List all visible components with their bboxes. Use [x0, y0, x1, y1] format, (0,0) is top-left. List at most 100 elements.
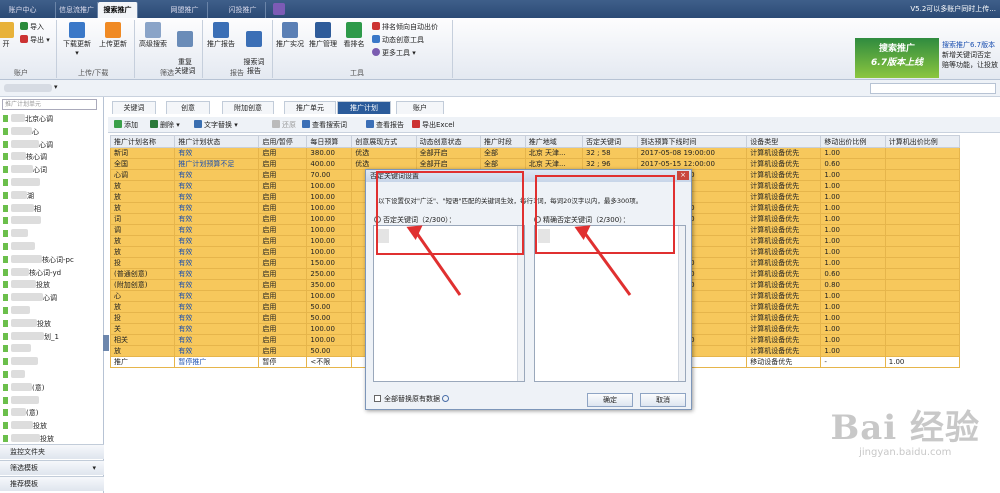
- plan-tree-item[interactable]: 心: [3, 126, 39, 137]
- plan-tree-item[interactable]: 湖: [3, 190, 34, 201]
- plan-tree-item[interactable]: 投放: [3, 280, 50, 290]
- plan-tree-item[interactable]: [3, 344, 31, 354]
- column-header[interactable]: 设备类型: [746, 135, 822, 148]
- plan-tree-item[interactable]: 核心调: [3, 152, 47, 162]
- plan-tree-item-label: (意): [32, 383, 45, 392]
- column-header[interactable]: 启用/暂停: [258, 135, 308, 148]
- ok-button[interactable]: 确定: [587, 393, 633, 407]
- tab-account-center[interactable]: 账户中心: [0, 2, 56, 18]
- promo-practice-button[interactable]: 推广实况: [274, 22, 306, 49]
- tab-promo-unit[interactable]: 推广单元: [284, 101, 336, 114]
- recommend-template-item[interactable]: 推荐模板: [0, 476, 104, 491]
- plan-tree-item[interactable]: 相: [3, 203, 41, 214]
- plan-tree-item[interactable]: 心调: [3, 293, 57, 303]
- delete-icon: [150, 120, 158, 128]
- text-replace-label: 文字替换: [204, 121, 232, 129]
- tab-search-promo[interactable]: 搜索推广: [98, 2, 138, 18]
- plan-tree-item[interactable]: [3, 242, 35, 252]
- plan-tree-item[interactable]: [3, 357, 38, 367]
- watch-rank-button[interactable]: 看排名: [340, 22, 368, 49]
- replace-all-checkbox[interactable]: 全部替换原有数据: [374, 394, 450, 404]
- column-header[interactable]: 移动出价比例: [820, 135, 886, 148]
- duplicate-keyword-button[interactable]: 重复 关键词: [170, 22, 200, 76]
- plan-tree-item[interactable]: 投放: [3, 421, 47, 431]
- plan-tree-item[interactable]: (意): [3, 382, 45, 393]
- more-tools-button[interactable]: 更多工具 ▾: [372, 48, 416, 59]
- banner-side-text[interactable]: 搜索推广6.7版本 新增关键词否定 赔等功能，让投放: [942, 40, 1000, 78]
- account-bar: ▾: [0, 80, 1000, 97]
- column-header[interactable]: 推广时段: [479, 135, 526, 148]
- tab-network-promo[interactable]: 网盟推广: [162, 2, 208, 18]
- more-tools-label: 更多工具: [382, 49, 410, 57]
- column-header[interactable]: 推广地域: [524, 135, 583, 148]
- column-header[interactable]: 到达预算下线时间: [636, 135, 748, 148]
- cancel-button[interactable]: 取消: [640, 393, 686, 407]
- upload-update-button[interactable]: 上传更新: [96, 22, 130, 49]
- advanced-search-button[interactable]: 高级搜索: [136, 22, 170, 49]
- help-icon[interactable]: [442, 395, 450, 402]
- search-input[interactable]: [870, 83, 996, 94]
- promo-report-button[interactable]: 推广报告: [204, 22, 238, 49]
- plan-tree-item[interactable]: 投放: [3, 434, 54, 444]
- tab-keyword[interactable]: 关键词: [112, 101, 156, 114]
- column-header[interactable]: 每日预算: [306, 135, 353, 148]
- add-button[interactable]: 添加: [114, 120, 138, 130]
- column-header[interactable]: 计算机出价比例: [884, 135, 961, 148]
- promo-banner[interactable]: 搜索推广 6.7版本上线: [855, 38, 939, 78]
- table-cell: [884, 246, 961, 258]
- table-cell: 计算机设备优先: [746, 180, 822, 192]
- plan-tree-item[interactable]: 核心词-pc: [3, 254, 74, 265]
- plan-tree-item[interactable]: [3, 229, 28, 239]
- plan-tree-item[interactable]: (意): [3, 408, 38, 418]
- tab-flash-promo[interactable]: 闪投推广: [220, 2, 266, 18]
- plan-tree-item[interactable]: [3, 370, 25, 380]
- column-header[interactable]: 推广计划名称: [109, 135, 176, 148]
- plan-tree-item[interactable]: [3, 178, 40, 188]
- plan-tree-item[interactable]: [3, 216, 41, 226]
- tab-account[interactable]: 账户: [396, 101, 444, 114]
- chevron-down-icon[interactable]: ▾: [54, 83, 58, 91]
- column-header[interactable]: 推广计划状态: [174, 135, 260, 148]
- plan-search-input[interactable]: 推广计划单元: [2, 99, 97, 110]
- download-update-button[interactable]: 下载更新 ▾: [60, 22, 94, 58]
- export-excel-button[interactable]: 导出Excel: [412, 120, 455, 130]
- tab-feed-promo[interactable]: 信息流推广: [56, 2, 98, 18]
- table-cell: [884, 202, 961, 214]
- column-header[interactable]: 动态创意状态: [415, 135, 481, 148]
- plan-tree-item[interactable]: 划_1: [3, 331, 59, 342]
- tab-creative[interactable]: 创意: [166, 101, 210, 114]
- plan-tree-item[interactable]: 核心词-yd: [3, 267, 61, 278]
- tab-promo-plan[interactable]: 推广计划: [337, 101, 391, 114]
- delete-button[interactable]: 删除 ▾: [150, 120, 180, 130]
- table-cell: 计算机设备优先: [746, 191, 822, 203]
- plan-icon: [3, 153, 8, 161]
- apps-grid-icon[interactable]: [273, 3, 285, 15]
- plan-tree-item[interactable]: 投放: [3, 318, 51, 329]
- dynamic-creative-button[interactable]: 动态创意工具: [372, 35, 424, 46]
- import-button[interactable]: 导入: [20, 22, 44, 33]
- account-selector[interactable]: [4, 84, 52, 92]
- text-replace-button[interactable]: 文字替换 ▾: [194, 120, 238, 130]
- monitor-folder-item[interactable]: 监控文件夹: [0, 444, 104, 459]
- restore-button[interactable]: 还原: [272, 120, 296, 130]
- tab-extra-creative[interactable]: 附加创意: [222, 101, 274, 114]
- table-cell: 启用: [258, 334, 308, 346]
- promo-manage-button[interactable]: 推广管理: [307, 22, 339, 49]
- plan-tree-item[interactable]: [3, 306, 30, 316]
- blurred-name: [11, 216, 41, 225]
- plan-tree-item[interactable]: 心词: [3, 165, 47, 175]
- column-header[interactable]: 否定关键词: [581, 135, 638, 148]
- view-search-words-button[interactable]: 查看搜索词: [302, 120, 347, 130]
- open-button[interactable]: 开: [0, 22, 14, 49]
- export-button[interactable]: 导出 ▾: [20, 35, 50, 46]
- table-row[interactable]: 新词 有效 启用 380.00 优选 全部开启 全部 北京 天津... 32 ; 58 2017-…: [109, 147, 961, 159]
- view-report-button[interactable]: 查看报告: [366, 120, 404, 130]
- rank-auto-bid-button[interactable]: 排名倾向自动出价: [372, 22, 438, 33]
- plan-tree-item[interactable]: 心调: [3, 139, 53, 150]
- table-cell: 50.00: [306, 345, 353, 357]
- plan-tree-item[interactable]: [3, 395, 39, 406]
- blurred-name: [11, 344, 31, 353]
- column-header[interactable]: 创意展现方式: [351, 135, 417, 148]
- plan-tree-item[interactable]: 北京心调: [3, 114, 53, 124]
- filter-template-item[interactable]: 筛选模板 ▾: [0, 460, 104, 475]
